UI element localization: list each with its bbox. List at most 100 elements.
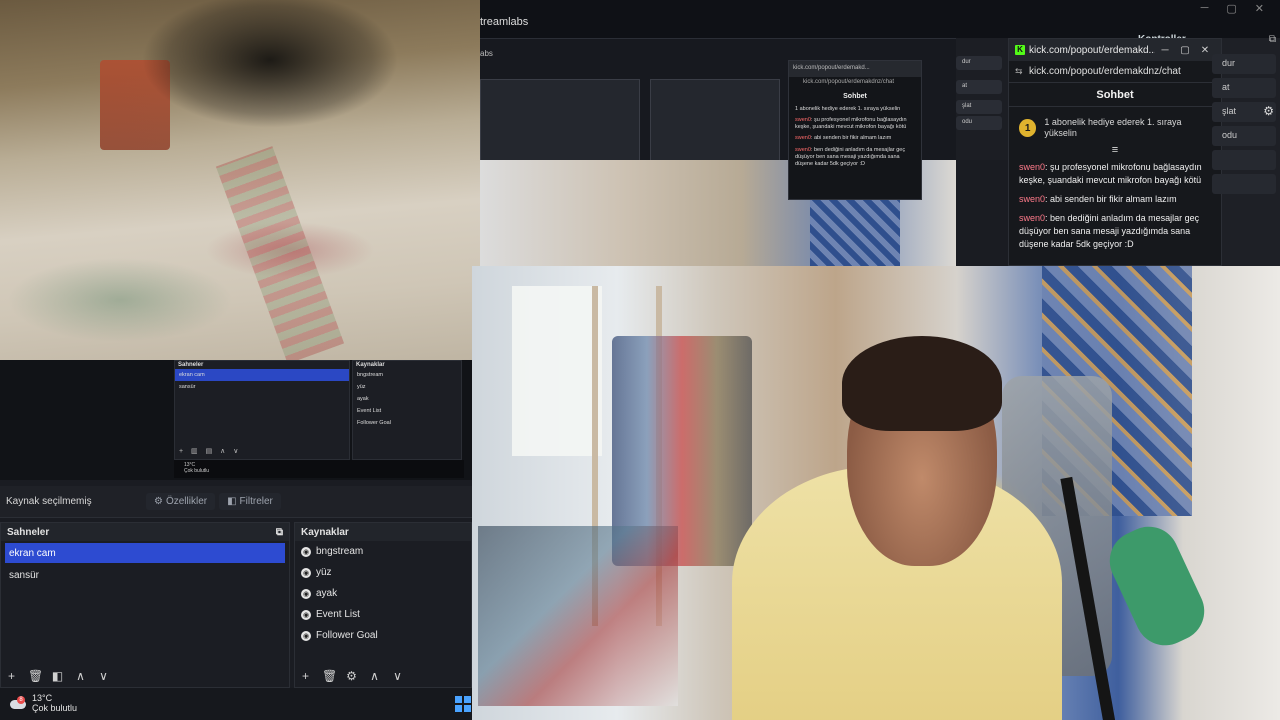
source-item[interactable]: ◉ ayak bbox=[295, 583, 471, 604]
properties-button[interactable]: ⚙ Özellikler bbox=[146, 493, 216, 510]
nested-scenes-header: Sahneler bbox=[178, 362, 204, 368]
taskbar: 8 13°C Çok bulutlu bbox=[0, 688, 472, 720]
no-source-label: Kaynak seçilmemiş bbox=[6, 496, 92, 507]
nested-scene-item: ekran cam bbox=[175, 369, 349, 381]
chevron-up-icon[interactable]: ∧ bbox=[368, 669, 381, 683]
kick-url-bar[interactable]: ⇆ kick.com/popout/erdemakdnz/chat bbox=[1009, 61, 1221, 83]
filter-icon[interactable]: ◧ bbox=[51, 669, 64, 683]
nested-scene-tools: + ▥ ▤ ∧ ∨ bbox=[179, 448, 242, 455]
nested-source-item: Event List bbox=[357, 408, 382, 414]
control-button[interactable] bbox=[1212, 150, 1276, 170]
kick-chat-window: K kick.com/popout/erdemakd... ─ ▢ ✕ ⇆ ki… bbox=[1008, 38, 1222, 266]
control-button[interactable] bbox=[1212, 174, 1276, 194]
trash-icon[interactable]: 🗑 bbox=[28, 669, 43, 683]
nested-control-button[interactable]: şlat bbox=[956, 100, 1002, 114]
source-item[interactable]: ◉ yüz bbox=[295, 562, 471, 583]
chevron-up-icon[interactable]: ∧ bbox=[74, 669, 87, 683]
add-icon[interactable]: + bbox=[299, 669, 312, 683]
nested-chat-url: kick.com/popout/erdemakdnz/chat bbox=[803, 79, 895, 85]
scene-item-sansur[interactable]: sansür bbox=[5, 565, 285, 585]
nested-obs-preview: Sahneler ekran cam sansür + ▥ ▤ ∧ ∨ Kayn… bbox=[0, 360, 472, 480]
dock-popout-icon[interactable]: ⧉ bbox=[276, 527, 283, 538]
nested-chat-msg: swen0: şu profesyonel mikrofonu bağlasay… bbox=[795, 117, 907, 131]
dock-popout-icon[interactable]: ⧉ bbox=[1269, 34, 1276, 45]
chat-username[interactable]: swen0 bbox=[1019, 162, 1045, 172]
weather-desc: Çok bulutlu bbox=[32, 703, 78, 714]
drying-rack bbox=[478, 526, 678, 706]
gear-icon: ⚙ bbox=[154, 496, 163, 507]
scenes-title: Sahneler bbox=[7, 526, 50, 538]
source-label: ayak bbox=[316, 588, 338, 599]
source-label: Follower Goal bbox=[316, 630, 378, 641]
kick-url: kick.com/popout/erdemakdnz/chat bbox=[1029, 66, 1181, 77]
sources-title: Kaynaklar bbox=[301, 526, 349, 538]
temperature: 13°C bbox=[32, 693, 53, 703]
chat-username[interactable]: swen0 bbox=[1019, 194, 1045, 204]
browser-source-icon: ◉ bbox=[301, 630, 311, 641]
nested-source-item: ayak bbox=[357, 396, 369, 402]
browser-source-icon: ◉ bbox=[301, 609, 311, 620]
chat-message-text: şu profesyonel mikrofonu bağlasaydın keş… bbox=[1019, 161, 1202, 185]
obs-panel: Kaynak seçilmemiş ⚙ Özellikler ◧ Filtrel… bbox=[0, 486, 472, 688]
rug-pattern bbox=[215, 146, 345, 364]
nested-source-item: Follower Goal bbox=[357, 420, 391, 426]
nested-sources-dock: Kaynaklar bngstream yüz ayak Event List … bbox=[352, 360, 462, 460]
add-icon[interactable]: + bbox=[5, 669, 18, 683]
scenes-header: Sahneler ⧉ bbox=[1, 523, 289, 541]
maximize-icon[interactable]: ▢ bbox=[1226, 2, 1236, 15]
nested-chat-msg: swen0: abi senden bir fikir almam lazım bbox=[795, 135, 892, 142]
source-toolbar-bottom: + 🗑 ⚙ ∧ ∨ bbox=[299, 669, 404, 683]
screen: treamlabs ─ ▢ ✕ Kontroller abs kick.com/… bbox=[0, 0, 1280, 720]
close-icon[interactable]: ✕ bbox=[1255, 2, 1264, 15]
sub-gift-notice[interactable]: 1 1 abonelik hediye ederek 1. sıraya yük… bbox=[1009, 107, 1221, 142]
browser-source-icon: ◉ bbox=[301, 546, 311, 557]
nested-recursive-preview-2 bbox=[650, 79, 780, 161]
filters-button[interactable]: ◧ Filtreler bbox=[219, 493, 281, 510]
chevron-down-icon[interactable]: ∨ bbox=[97, 669, 110, 683]
floor-camera-feed bbox=[0, 0, 480, 364]
source-item[interactable]: ◉ bngstream bbox=[295, 541, 471, 562]
nested-weather: Çok bulutlu bbox=[184, 468, 210, 474]
nested-sub-title: abs bbox=[480, 49, 493, 58]
minimize-icon[interactable]: ─ bbox=[1155, 45, 1175, 56]
sub-gift-text: 1 abonelik hediye ederek 1. sıraya yükse… bbox=[1044, 117, 1182, 139]
curtain-object bbox=[810, 200, 900, 266]
windows-start-icon[interactable] bbox=[455, 696, 471, 712]
chat-message-text: ben dediğini anladım da mesajlar geç düş… bbox=[1019, 212, 1200, 249]
chat-username[interactable]: swen0 bbox=[1019, 213, 1045, 223]
chevron-down-icon[interactable]: ∨ bbox=[391, 669, 404, 683]
rank-badge-icon: 1 bbox=[1019, 119, 1037, 138]
site-settings-icon[interactable]: ⇆ bbox=[1015, 66, 1029, 77]
minimize-icon[interactable]: ─ bbox=[1201, 2, 1209, 15]
nested-source-item: bngstream bbox=[357, 372, 383, 378]
sources-header: Kaynaklar bbox=[295, 523, 471, 541]
source-item[interactable]: ◉ Event List bbox=[295, 604, 471, 625]
weather-widget[interactable]: 8 13°C Çok bulutlu bbox=[10, 693, 77, 714]
chat-header: Sohbet bbox=[1009, 83, 1221, 107]
control-button[interactable]: odu bbox=[1212, 126, 1276, 146]
gear-icon[interactable]: ⚙ bbox=[345, 669, 358, 683]
kick-logo-icon: K bbox=[1015, 45, 1025, 55]
main-camera-feed bbox=[472, 266, 1280, 720]
source-item[interactable]: ◉ Follower Goal bbox=[295, 625, 471, 646]
chat-message-text: abi senden bir fikir almam lazım bbox=[1050, 193, 1177, 204]
room-window bbox=[512, 286, 602, 456]
nested-control-button[interactable]: dur bbox=[956, 56, 1002, 70]
source-toolbar: Kaynak seçilmemiş ⚙ Özellikler ◧ Filtrel… bbox=[0, 486, 472, 518]
nested-control-button[interactable]: at bbox=[956, 80, 1002, 94]
control-button[interactable]: dur bbox=[1212, 54, 1276, 74]
trash-icon[interactable]: 🗑 bbox=[322, 669, 337, 683]
nested-control-button[interactable]: odu bbox=[956, 116, 1002, 130]
nested-taskbar: 13°C Çok bulutlu bbox=[174, 460, 464, 478]
kick-titlebar: K kick.com/popout/erdemakd... ─ ▢ ✕ bbox=[1009, 39, 1221, 61]
maximize-icon[interactable]: ▢ bbox=[1175, 45, 1195, 56]
camera-source-icon: ◉ bbox=[301, 588, 311, 599]
sources-dock: Kaynaklar ◉ bngstream ◉ yüz ◉ ayak ◉ Eve… bbox=[294, 522, 472, 688]
filter-icon[interactable]: ≡ bbox=[1009, 144, 1221, 156]
gear-icon[interactable]: ⚙ bbox=[1263, 104, 1274, 118]
nested-chat-msg: swen0: ben dediğini anladım da mesajlar … bbox=[795, 146, 906, 167]
control-button[interactable]: at bbox=[1212, 78, 1276, 98]
source-label: bngstream bbox=[316, 546, 364, 557]
scene-item-ekran-cam[interactable]: ekran cam bbox=[5, 543, 285, 563]
nested-kick-chat: kick.com/popout/erdemakd... kick.com/pop… bbox=[788, 60, 922, 200]
